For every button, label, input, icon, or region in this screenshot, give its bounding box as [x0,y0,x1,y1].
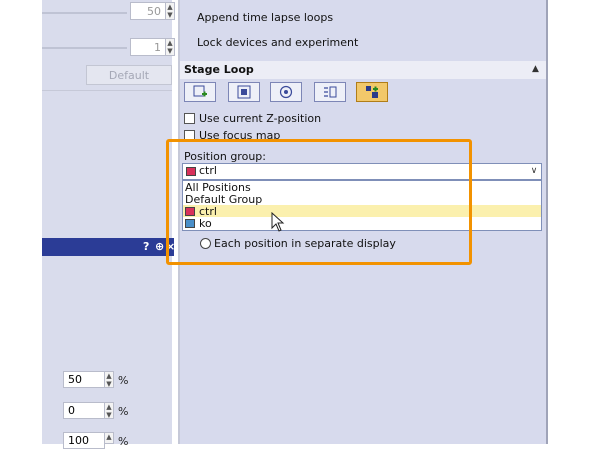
divider [42,90,172,91]
chevron-down-icon[interactable]: ▼ [166,11,174,19]
target-button[interactable] [270,82,302,102]
slider-track-1[interactable] [42,12,127,14]
chevron-up-icon[interactable]: ▲ [166,3,174,11]
use-current-z-checkbox[interactable] [184,113,195,124]
option-append-time-lapse[interactable]: Append time lapse loops [197,11,333,24]
add-position-icon [193,85,207,97]
chevron-up-icon[interactable]: ▲ [166,39,174,47]
chevron-up-icon[interactable]: ▲ [105,433,113,441]
list-icon [324,86,337,98]
pct-unit-3: % [118,435,129,448]
collapse-icon[interactable]: ▲ [532,64,539,74]
chevron-down-icon[interactable]: ∨ [527,164,541,179]
slider-track-2[interactable] [42,47,127,49]
add-position-button[interactable] [184,82,216,102]
pct-input-2[interactable]: 0 [63,402,105,419]
list-button[interactable] [314,82,346,102]
highlight-callout [166,139,472,265]
dock-title-bar[interactable]: ? ⊕ × [42,238,175,256]
pct-input-1[interactable]: 50 [63,371,105,388]
pct-unit-1: % [118,374,129,387]
tiles-button[interactable] [356,82,388,102]
spin-arrows-2[interactable]: ▲ ▼ [165,38,175,56]
spin-arrows-1[interactable]: ▲ ▼ [165,2,175,20]
tiles-icon [366,86,378,98]
chevron-up-icon[interactable]: ▲ [105,372,113,380]
spin-input-2[interactable]: 1 [130,38,166,56]
stage-loop-title: Stage Loop [184,63,254,76]
pct-arrows-1[interactable]: ▲ ▼ [104,371,114,388]
image-button[interactable] [228,82,260,102]
use-current-z-label: Use current Z-position [199,112,322,125]
chevron-down-icon[interactable]: ▼ [166,47,174,55]
mouse-cursor-icon [271,212,285,232]
help-icon[interactable]: ? [143,240,149,253]
pin-icon[interactable]: ⊕ [155,240,164,253]
target-icon [279,85,293,99]
image-icon [237,85,251,99]
spin-input-1[interactable]: 50 [130,2,166,20]
chevron-up-icon[interactable]: ▲ [105,403,113,411]
pct-arrows-2[interactable]: ▲ ▼ [104,402,114,419]
panel-edge [546,0,548,444]
pct-input-3[interactable]: 100 [63,432,105,449]
pct-unit-2: % [118,405,129,418]
default-button[interactable]: Default [86,65,172,85]
chevron-down-icon[interactable]: ▼ [105,411,113,419]
pct-arrows-3[interactable]: ▲ [104,432,114,444]
chevron-down-icon[interactable]: ▼ [105,380,113,388]
option-lock-devices[interactable]: Lock devices and experiment [197,36,358,49]
